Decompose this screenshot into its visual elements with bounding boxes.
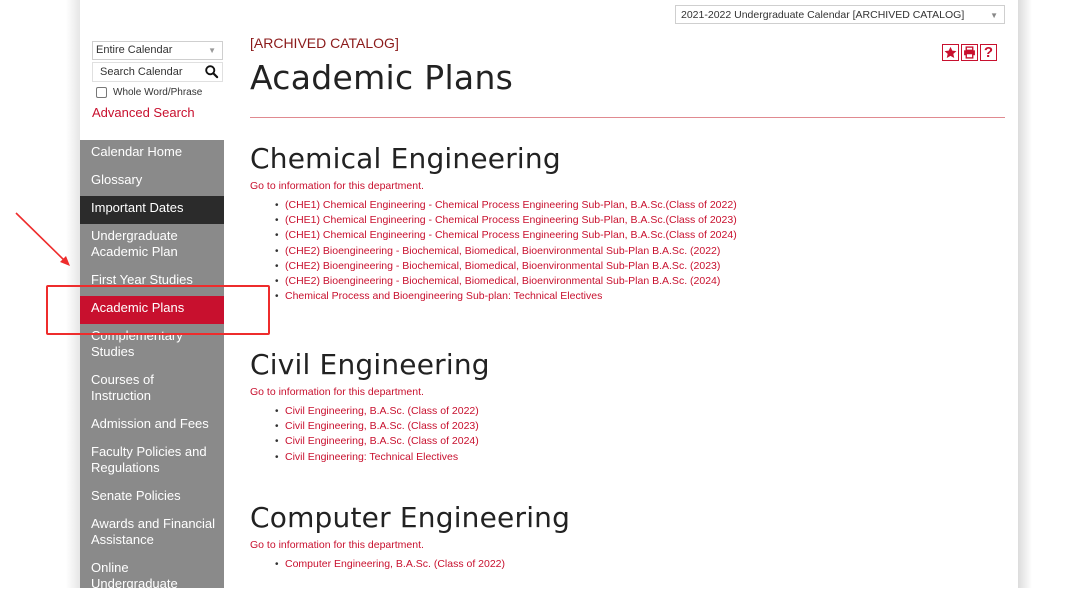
sidebar-item-awards[interactable]: Awards and Financial Assistance [80, 512, 220, 556]
department-section: Civil Engineering Go to information for … [250, 347, 1010, 465]
plan-link[interactable]: (CHE1) Chemical Engineering - Chemical P… [275, 228, 1010, 243]
plan-link[interactable]: Civil Engineering, B.A.Sc. (Class of 202… [275, 404, 1010, 419]
plan-link[interactable]: Chemical Process and Bioengineering Sub-… [275, 289, 1010, 304]
department-section: Chemical Engineering Go to information f… [250, 141, 1010, 305]
search-placeholder: Search Calendar [100, 66, 183, 78]
whole-word-checkbox[interactable] [96, 87, 107, 98]
search-icon[interactable] [204, 64, 219, 79]
plan-list: (CHE1) Chemical Engineering - Chemical P… [250, 198, 1010, 305]
toolbar: ? [942, 44, 997, 61]
department-info-link[interactable]: Go to information for this department. [250, 539, 1010, 551]
print-icon[interactable] [961, 44, 978, 61]
plan-link[interactable]: (CHE1) Chemical Engineering - Chemical P… [275, 198, 1010, 213]
page-title: Academic Plans [250, 58, 514, 97]
department-info-link[interactable]: Go to information for this department. [250, 386, 1010, 398]
department-heading: Chemical Engineering [250, 142, 561, 175]
chevron-down-icon: ▼ [990, 11, 998, 20]
search-scope-value: Entire Calendar [96, 44, 173, 56]
advanced-search-link[interactable]: Advanced Search [92, 105, 195, 120]
plan-list: Civil Engineering, B.A.Sc. (Class of 202… [250, 404, 1010, 465]
help-icon[interactable]: ? [980, 44, 997, 61]
chevron-down-icon: ▼ [208, 46, 216, 55]
department-heading: Computer Engineering [250, 501, 571, 534]
sidebar-item-undergraduate-academic-plan[interactable]: Undergraduate Academic Plan [80, 224, 200, 268]
plan-list: Computer Engineering, B.A.Sc. (Class of … [250, 557, 1010, 572]
search-input[interactable]: Search Calendar [92, 62, 223, 82]
plan-link[interactable]: Civil Engineering: Technical Electives [275, 450, 1010, 465]
catalog-select-value: 2021-2022 Undergraduate Calendar [ARCHIV… [681, 9, 965, 21]
plan-link[interactable]: (CHE2) Bioengineering - Biochemical, Bio… [275, 259, 1010, 274]
sidebar-item-senate-policies[interactable]: Senate Policies [80, 484, 224, 512]
sidebar-nav: Calendar Home Glossary Important Dates U… [80, 140, 224, 588]
sidebar-item-courses-of-instruction[interactable]: Courses of Instruction [80, 368, 180, 412]
star-icon[interactable] [942, 44, 959, 61]
whole-word-label: Whole Word/Phrase [113, 87, 203, 98]
sidebar-item-important-dates[interactable]: Important Dates [80, 196, 224, 224]
plan-link[interactable]: (CHE2) Bioengineering - Biochemical, Bio… [275, 244, 1010, 259]
whole-word-option[interactable]: Whole Word/Phrase [96, 87, 202, 98]
title-divider [250, 117, 1005, 118]
plan-link[interactable]: (CHE2) Bioengineering - Biochemical, Bio… [275, 274, 1010, 289]
help-glyph: ? [983, 44, 994, 61]
sidebar-item-glossary[interactable]: Glossary [80, 168, 224, 196]
sidebar-item-calendar-home[interactable]: Calendar Home [80, 140, 224, 168]
plan-link[interactable]: Computer Engineering, B.A.Sc. (Class of … [275, 557, 1010, 572]
search-scope-select[interactable]: Entire Calendar ▼ [92, 41, 223, 60]
department-info-link[interactable]: Go to information for this department. [250, 180, 1010, 192]
sidebar-item-admission-and-fees[interactable]: Admission and Fees [80, 412, 224, 440]
page-shadow-right [1018, 0, 1032, 588]
department-section: Computer Engineering Go to information f… [250, 500, 1010, 572]
plan-link[interactable]: Civil Engineering, B.A.Sc. (Class of 202… [275, 434, 1010, 449]
sidebar-item-online-undergraduate[interactable]: Online Undergraduate [80, 556, 190, 588]
department-heading: Civil Engineering [250, 348, 490, 381]
annotation-highlight-box [46, 285, 270, 335]
sidebar-item-faculty-policies[interactable]: Faculty Policies and Regulations [80, 440, 220, 484]
plan-link[interactable]: (CHE1) Chemical Engineering - Chemical P… [275, 213, 1010, 228]
archived-catalog-label: [ARCHIVED CATALOG] [250, 35, 399, 51]
catalog-select[interactable]: 2021-2022 Undergraduate Calendar [ARCHIV… [675, 5, 1005, 24]
plan-link[interactable]: Civil Engineering, B.A.Sc. (Class of 202… [275, 419, 1010, 434]
